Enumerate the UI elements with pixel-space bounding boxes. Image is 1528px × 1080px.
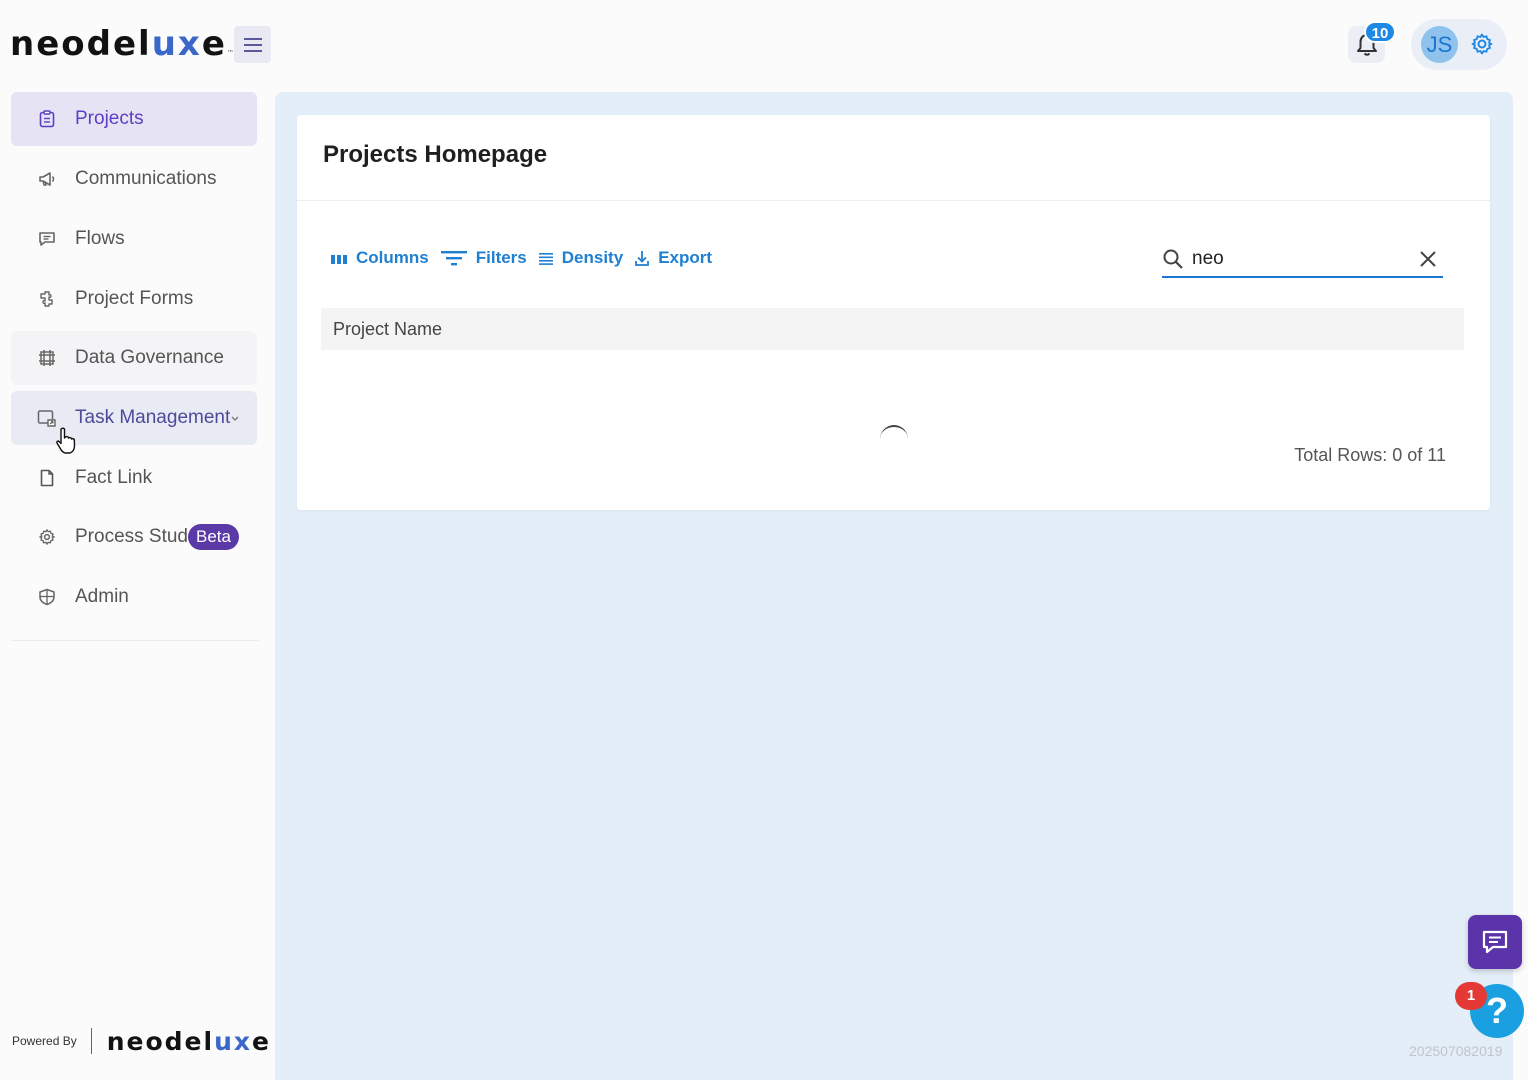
- grid-toolbar: Columns Filters Density Export: [330, 248, 723, 268]
- sidebar-item-label: Fact Link: [75, 467, 153, 488]
- search-value[interactable]: neo: [1192, 248, 1419, 270]
- menu-toggle-button[interactable]: [234, 26, 271, 63]
- filters-label: Filters: [475, 248, 527, 267]
- logo-text-main: neodel: [10, 24, 152, 64]
- document-icon: [36, 467, 58, 489]
- sidebar-item-fact-link[interactable]: Fact Link: [11, 451, 257, 505]
- logo-text-end: e: [201, 24, 227, 64]
- puzzle-icon: [36, 288, 58, 310]
- chevron-down-icon: [231, 416, 239, 421]
- clear-search-icon[interactable]: [1419, 250, 1437, 268]
- chat-button[interactable]: [1468, 915, 1522, 969]
- powered-by: Powered By neodeluxe: [12, 1026, 271, 1056]
- chat-icon: [1482, 930, 1508, 954]
- powered-logo-accent: ux: [214, 1026, 252, 1056]
- columns-label: Columns: [356, 248, 429, 267]
- user-menu[interactable]: JS: [1411, 19, 1507, 70]
- hamburger-icon: [243, 37, 262, 52]
- sidebar-item-admin[interactable]: Admin: [11, 570, 257, 624]
- sidebar-item-label: Flows: [75, 228, 125, 249]
- avatar[interactable]: JS: [1421, 26, 1458, 63]
- sidebar-item-label: Projects: [75, 108, 144, 129]
- search-input[interactable]: neo: [1162, 241, 1443, 278]
- sidebar-item-projects[interactable]: Projects: [11, 92, 257, 146]
- columns-icon: [330, 251, 348, 265]
- settings-gear-icon[interactable]: [1470, 32, 1494, 56]
- sidebar-item-project-forms[interactable]: Project Forms: [11, 272, 257, 326]
- message-square-icon: [36, 228, 58, 250]
- page-title: Projects Homepage: [323, 141, 548, 168]
- beta-badge: Beta: [188, 524, 239, 550]
- sidebar-item-label: Task Management: [75, 407, 231, 428]
- sidebar-item-communications[interactable]: Communications: [11, 152, 257, 206]
- logo-text-accent: ux: [151, 24, 202, 64]
- powered-logo-end: e: [252, 1026, 271, 1056]
- hand-cursor-icon: [56, 427, 76, 454]
- filters-button[interactable]: Filters: [440, 248, 527, 268]
- grid-hash-icon: [36, 347, 58, 369]
- megaphone-icon: [36, 168, 58, 190]
- sidebar-item-label: Admin: [75, 586, 129, 607]
- powered-by-separator: [90, 1028, 92, 1054]
- notification-count-badge: 10: [1364, 21, 1396, 43]
- sidebar-item-process-studio[interactable]: Process Stud Beta: [11, 510, 257, 564]
- download-icon: [634, 249, 650, 267]
- sidebar-item-label: Process Stud: [75, 526, 188, 547]
- sidebar-item-flows[interactable]: Flows: [11, 212, 257, 266]
- density-label: Density: [561, 248, 624, 267]
- card-divider: [297, 200, 1490, 201]
- column-header-project-name[interactable]: Project Name: [333, 319, 442, 340]
- projects-card: Projects Homepage Columns Filters Densit…: [297, 115, 1490, 510]
- logo-trademark: ™: [226, 49, 234, 57]
- sidebar-item-data-governance[interactable]: Data Governance: [11, 331, 257, 385]
- loading-spinner: [880, 425, 908, 439]
- density-icon: [538, 251, 554, 265]
- grid-column-header: Project Name: [321, 308, 1464, 350]
- app-logo[interactable]: neodeluxe™: [10, 22, 234, 75]
- gear-outline-icon: [36, 526, 58, 548]
- total-rows-count: Total Rows: 0 of 11: [1294, 445, 1446, 465]
- sidebar-item-label: Communications: [75, 168, 217, 189]
- build-version: 202507082019: [1409, 1043, 1503, 1059]
- powered-logo-main: neodel: [106, 1026, 215, 1056]
- filter-lines-icon: [440, 248, 468, 268]
- search-icon: [1163, 249, 1183, 269]
- sidebar-item-task-management[interactable]: Task Management: [11, 391, 257, 445]
- sidebar-item-label: Data Governance: [75, 347, 224, 368]
- sidebar-divider: [11, 640, 259, 641]
- density-button[interactable]: Density: [538, 248, 623, 268]
- export-button[interactable]: Export: [634, 248, 712, 268]
- shield-icon: [36, 586, 58, 608]
- task-share-icon: [36, 407, 58, 429]
- clipboard-icon: [36, 108, 58, 130]
- export-label: Export: [658, 248, 713, 267]
- sidebar-item-label: Project Forms: [75, 288, 194, 309]
- help-notification-badge: 1: [1455, 982, 1487, 1010]
- powered-by-label: Powered By: [12, 1034, 77, 1048]
- powered-by-logo: neodeluxe: [107, 1027, 271, 1056]
- columns-button[interactable]: Columns: [330, 248, 429, 268]
